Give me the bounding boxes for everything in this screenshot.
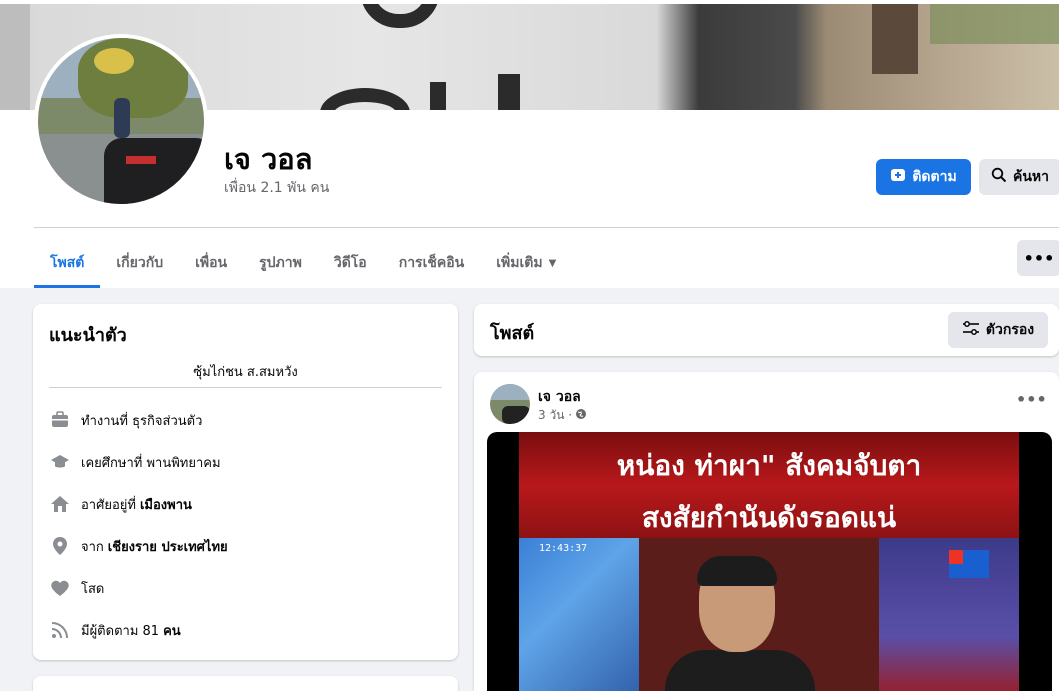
image-timestamp: 12:43:37 (539, 543, 588, 554)
follow-button[interactable]: ติดตาม (876, 159, 971, 195)
intro-text: เคยศึกษาที่ พานพิทยาคม (81, 455, 221, 471)
search-button[interactable]: ค้นหา (979, 159, 1059, 195)
intro-item-education: เคยศึกษาที่ พานพิทยาคม (49, 450, 221, 474)
search-label: ค้นหา (1012, 169, 1050, 185)
post-more-button[interactable]: ••• (1016, 390, 1047, 409)
tab-label: โพสต์ (50, 255, 85, 271)
tab-photos[interactable]: รูปภาพ (243, 238, 318, 288)
image-caption-line1: หน่อง ท่าผา" สังคมจับตา (616, 449, 922, 482)
more-icon: ••• (1023, 248, 1055, 268)
post-image[interactable]: หน่อง ท่าผา" สังคมจับตา สงสัยกำนันดังรอด… (487, 432, 1052, 691)
tab-label: เกี่ยวกับ (116, 255, 164, 271)
profile-tabs: โพสต์ เกี่ยวกับ เพื่อน รูปภาพ วิดีโอ การ… (34, 238, 572, 288)
heart-icon (49, 577, 71, 599)
briefcase-icon (49, 409, 71, 431)
caret-down-icon: ▼ (548, 257, 557, 269)
tab-label: รูปภาพ (259, 255, 302, 271)
intro-text: มีผู้ติดตาม 81 (81, 623, 160, 639)
follow-icon (890, 167, 906, 187)
image-caption-line2: สงสัยกำนันดังรอดแน่ (641, 501, 897, 534)
intro-card: แนะนำตัว ซุ้มไก่ชน ส.สมหวัง ทำงานที่ ธุร… (33, 304, 458, 660)
tab-label: เพิ่มเติม (496, 255, 543, 271)
tab-friends[interactable]: เพื่อน (179, 238, 243, 288)
posts-header: โพสต์ ตัวกรอง (474, 304, 1059, 356)
intro-item-work: ทำงานที่ ธุรกิจส่วนตัว (49, 408, 202, 432)
globe-icon (575, 408, 587, 423)
intro-bold[interactable]: คน (163, 620, 181, 641)
intro-bio: ซุ้มไก่ชน ส.สมหวัง (193, 365, 298, 380)
bio-divider (49, 387, 442, 388)
intro-item-relationship: โสด (49, 576, 104, 600)
profile-picture[interactable] (34, 34, 208, 208)
intro-title: แนะนำตัว (49, 325, 127, 346)
tab-more[interactable]: เพิ่มเติม ▼ (480, 238, 572, 288)
intro-bold[interactable]: เมืองพาน (140, 494, 192, 515)
intro-text: ทำงานที่ ธุรกิจส่วนตัว (81, 413, 203, 429)
intro-item-from: จาก เชียงราย ประเทศไทย (49, 534, 228, 558)
follow-label: ติดตาม (912, 169, 957, 185)
secondary-card (33, 676, 458, 691)
intro-bold[interactable]: เชียงราย ประเทศไทย (108, 536, 228, 557)
search-icon (991, 167, 1007, 187)
tab-videos[interactable]: วิดีโอ (318, 238, 383, 288)
post-author-avatar[interactable] (490, 384, 530, 424)
intro-text: โสด (81, 581, 105, 597)
tab-about[interactable]: เกี่ยวกับ (100, 238, 179, 288)
post-card: เจ วอล 3 วัน · ••• หน่อง ท่าผา" สังคมจับ… (474, 372, 1059, 691)
filter-button[interactable]: ตัวกรอง (948, 312, 1048, 348)
profile-more-button[interactable]: ••• (1017, 240, 1059, 276)
location-pin-icon (49, 535, 71, 557)
intro-text: อาศัยอยู่ที่ (81, 497, 136, 513)
filter-label: ตัวกรอง (985, 322, 1035, 338)
posts-title: โพสต์ (490, 323, 535, 344)
graduation-cap-icon (49, 451, 71, 473)
intro-text: จาก (81, 539, 104, 555)
tab-label: วิดีโอ (333, 255, 367, 271)
filter-icon (962, 321, 980, 339)
home-icon (49, 493, 71, 515)
post-author-name[interactable]: เจ วอล (538, 386, 581, 408)
rss-icon (49, 619, 71, 641)
profile-name: เจ วอล (224, 142, 313, 176)
post-meta: 3 วัน · (538, 406, 587, 425)
intro-item-followers: มีผู้ติดตาม 81 คน (49, 618, 181, 642)
friends-count[interactable]: เพื่อน 2.1 พัน คน (224, 177, 329, 199)
tab-posts[interactable]: โพสต์ (34, 238, 101, 288)
intro-item-lives: อาศัยอยู่ที่ เมืองพาน (49, 492, 192, 516)
tab-label: การเช็คอิน (398, 255, 465, 271)
tab-checkins[interactable]: การเช็คอิน (383, 238, 481, 288)
post-time[interactable]: 3 วัน · (538, 406, 572, 425)
tab-label: เพื่อน (195, 255, 228, 271)
header-divider (34, 227, 1059, 228)
